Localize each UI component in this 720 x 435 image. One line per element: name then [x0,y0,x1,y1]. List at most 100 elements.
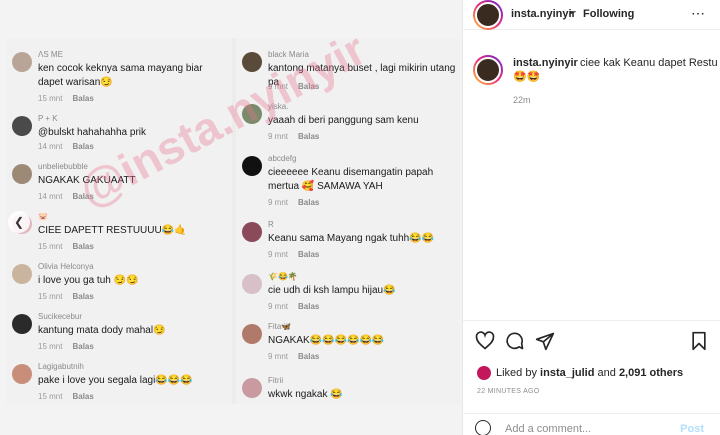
comment-meta: 15 mnt Balas [38,342,94,351]
comment-meta: 15 mnt Balas [38,94,94,103]
reply-label: Balas [72,292,94,301]
commenter-name: Fita🦋 [268,322,292,331]
comment-meta: 15 mnt Balas [38,242,94,251]
comment-input[interactable]: Add a comment... [505,423,591,435]
reply-label: Balas [72,142,94,151]
following-button[interactable]: Following [583,8,634,20]
liked-user[interactable]: insta_julid [540,367,594,379]
comment-time: 14 mnt [38,192,63,201]
caption-avatar[interactable] [473,55,503,85]
post-actions: Liked by insta_julid and 2,091 others 22… [463,320,720,435]
comment-meta: 9 mnt Balas [268,132,319,141]
reply-label: Balas [72,94,94,103]
commenter-name: Olivia Helconya [38,262,94,271]
commenter-name: yiska. [268,102,289,111]
comment-time: 9 mnt [268,302,289,311]
commenter-avatar [12,364,32,384]
comment-meta: 9 mnt Balas [268,250,319,259]
author-avatar[interactable] [473,0,503,30]
comment-time: 15 mnt [38,392,63,401]
commenter-name: P + K [38,114,58,123]
post-photo[interactable]: ΛS ME ken cocok keknya sama mayang biar d… [0,0,462,435]
reply-label: Balas [72,192,94,201]
reply-label: Balas [72,242,94,251]
comment-text: cie udh di ksh lampu hijau😂 [268,285,396,296]
comment-meta: 14 mnt Balas [38,192,94,201]
reply-label: Balas [72,392,94,401]
separator-dot: • [569,7,573,19]
comment-meta: 9 mnt Balas [268,302,319,311]
share-icon[interactable] [535,331,555,351]
commenter-name: 🌾😂🌴 [268,272,298,281]
comment-meta [268,406,278,415]
liked-and: and [597,367,616,379]
comment-meta: 14 mnt Balas [38,142,94,151]
comment-icon[interactable] [505,331,525,351]
reply-label: Balas [298,250,320,259]
comment-time: 15 mnt [38,342,63,351]
comment-text: pake i love you segala lagi😂😂😂 [38,375,193,386]
comment-text: ken cocok keknya sama mayang biar dapet … [38,63,203,88]
comment-text: kantung mata dody mahal😏 [38,325,166,336]
more-options-icon[interactable]: ⋯ [691,5,706,22]
commenter-avatar [12,264,32,284]
comment-time: 9 mnt [268,82,289,91]
comment-text: CIEE DAPETT RESTUUUU😂🤙 [38,225,187,236]
reply-label: Balas [298,302,320,311]
commenter-avatar [242,222,262,242]
caption-time: 22m [513,95,531,105]
comment-time: 14 mnt [38,142,63,151]
commenter-name: Lagigabutnih [38,362,84,371]
comment-text: Keanu sama Mayang ngak tuhh😂😂 [268,233,435,244]
liked-count[interactable]: 2,091 others [619,367,683,379]
previous-arrow-icon[interactable]: ❮ [8,211,30,233]
comment-text: NGAKAK😂😂😂😂😂😂 [268,335,385,346]
comment-time: 9 mnt [268,132,289,141]
comment-time: 15 mnt [38,242,63,251]
comment-text: yaaah di beri panggung sam kenu [268,115,419,126]
commenter-name: unbeliebubble [38,162,88,171]
commenter-name: ΛS ME [38,50,63,59]
comment-time: 9 mnt [268,198,289,207]
post-side-panel: insta.nyinyir • Following ⋯ insta.nyinyi… [462,0,720,435]
reply-label: Balas [298,352,320,361]
save-bookmark-icon[interactable] [689,331,709,351]
commenter-name: R [268,220,274,229]
like-heart-icon[interactable] [475,331,495,351]
emoji-picker-icon[interactable] [475,420,491,435]
comment-time: 9 mnt [268,250,289,259]
caption-emoji: 🤩🤩 [513,71,541,83]
caption-username[interactable]: insta.nyinyir [513,57,578,69]
comment-text: wkwk ngakak 😂 [268,389,343,400]
commenter-avatar [242,274,262,294]
commenter-name: 🐷 [38,212,48,221]
commenter-avatar [12,116,32,136]
commenter-name: Fitrii [268,376,284,385]
commenter-avatar [242,324,262,344]
post-comment-button[interactable]: Post [680,423,704,435]
comment-time: 15 mnt [38,292,63,301]
commenter-avatar [12,314,32,334]
author-username[interactable]: insta.nyinyir [511,8,576,20]
commenter-name: Sucikecebur [38,312,83,321]
commenter-avatar [242,156,262,176]
comment-meta: 9 mnt Balas [268,352,319,361]
comment-time: 9 mnt [268,352,289,361]
reply-label: Balas [72,342,94,351]
commenter-avatar [242,52,262,72]
instagram-post-view: ΛS ME ken cocok keknya sama mayang biar d… [0,0,720,435]
commenter-avatar [12,164,32,184]
commenter-avatar [242,378,262,398]
post-header: insta.nyinyir • Following ⋯ [463,0,720,30]
comment-text: cieeeeee Keanu disemangatin papah mertua… [268,167,434,192]
commenter-avatar [242,104,262,124]
commenter-avatar [12,52,32,72]
comment-meta: 9 mnt Balas [268,198,319,207]
right-comments-column: black Maria kantong matanya buset , lagi … [236,38,460,404]
comment-meta: 15 mnt Balas [38,292,94,301]
left-comments-column: ΛS ME ken cocok keknya sama mayang biar d… [6,38,232,404]
liker-avatar[interactable] [477,366,491,380]
add-comment-bar: Add a comment... Post [463,413,720,435]
reply-label: Balas [298,82,320,91]
caption-text: ciee kak Keanu dapet Restu [580,57,718,69]
